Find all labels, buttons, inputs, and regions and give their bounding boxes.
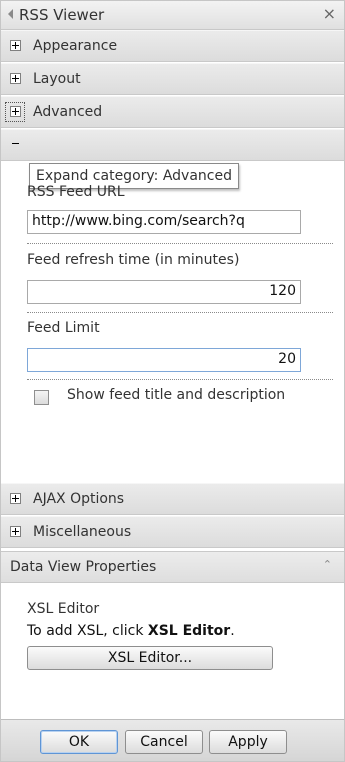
divider xyxy=(27,312,333,313)
divider xyxy=(27,243,333,244)
category-label: Layout xyxy=(33,71,81,87)
category-label: Miscellaneous xyxy=(33,524,132,540)
divider xyxy=(27,379,333,380)
plus-box-icon[interactable] xyxy=(10,40,21,51)
ok-button[interactable]: OK xyxy=(40,730,118,754)
tool-pane-title: RSS Viewer xyxy=(19,6,105,24)
category-appearance[interactable]: Appearance xyxy=(1,30,344,62)
plus-box-icon[interactable] xyxy=(10,526,21,537)
show-title-checkbox[interactable] xyxy=(34,390,49,405)
data-view-properties-title: Data View Properties xyxy=(10,559,157,575)
close-icon[interactable]: × xyxy=(323,4,336,23)
cancel-button[interactable]: Cancel xyxy=(125,730,203,754)
category-ajax-options[interactable]: AJAX Options xyxy=(1,483,344,515)
xsl-editor-hint: To add XSL, click XSL Editor. xyxy=(27,623,235,639)
xsl-editor-title: XSL Editor xyxy=(27,601,100,617)
tool-pane: RSS Viewer × Appearance Layout Advanced … xyxy=(0,0,345,762)
category-label: AJAX Options xyxy=(33,491,125,507)
chevron-up-icon[interactable]: ⌃ xyxy=(323,558,332,571)
category-layout[interactable]: Layout xyxy=(1,63,344,95)
feed-refresh-input[interactable]: 120 xyxy=(27,280,301,304)
minus-box-icon[interactable] xyxy=(12,143,19,144)
feed-refresh-label: Feed refresh time (in minutes) xyxy=(27,252,240,268)
category-advanced[interactable]: Advanced xyxy=(1,96,344,128)
feed-limit-input[interactable]: 20 xyxy=(27,348,301,372)
footer-bar: OK Cancel Apply xyxy=(1,719,344,761)
data-view-properties-header[interactable]: Data View Properties ⌃ xyxy=(1,551,344,583)
plus-box-icon[interactable] xyxy=(10,73,21,84)
plus-box-icon[interactable] xyxy=(10,106,21,117)
rss-feed-url-input[interactable]: http://www.bing.com/search?q xyxy=(27,210,301,234)
show-title-label: Show feed title and description xyxy=(67,387,286,403)
apply-button[interactable]: Apply xyxy=(209,730,287,754)
category-advanced-expanded[interactable] xyxy=(1,129,344,161)
category-miscellaneous[interactable]: Miscellaneous xyxy=(1,516,344,548)
xsl-editor-button[interactable]: XSL Editor... xyxy=(27,646,273,670)
rss-feed-url-label: RSS Feed URL xyxy=(27,184,125,200)
category-label: Advanced xyxy=(33,104,103,120)
category-label: Appearance xyxy=(33,38,118,54)
feed-limit-label: Feed Limit xyxy=(27,320,100,336)
collapse-triangle-icon[interactable] xyxy=(8,9,13,19)
tool-pane-header: RSS Viewer × xyxy=(1,1,344,30)
plus-box-icon[interactable] xyxy=(10,493,21,504)
